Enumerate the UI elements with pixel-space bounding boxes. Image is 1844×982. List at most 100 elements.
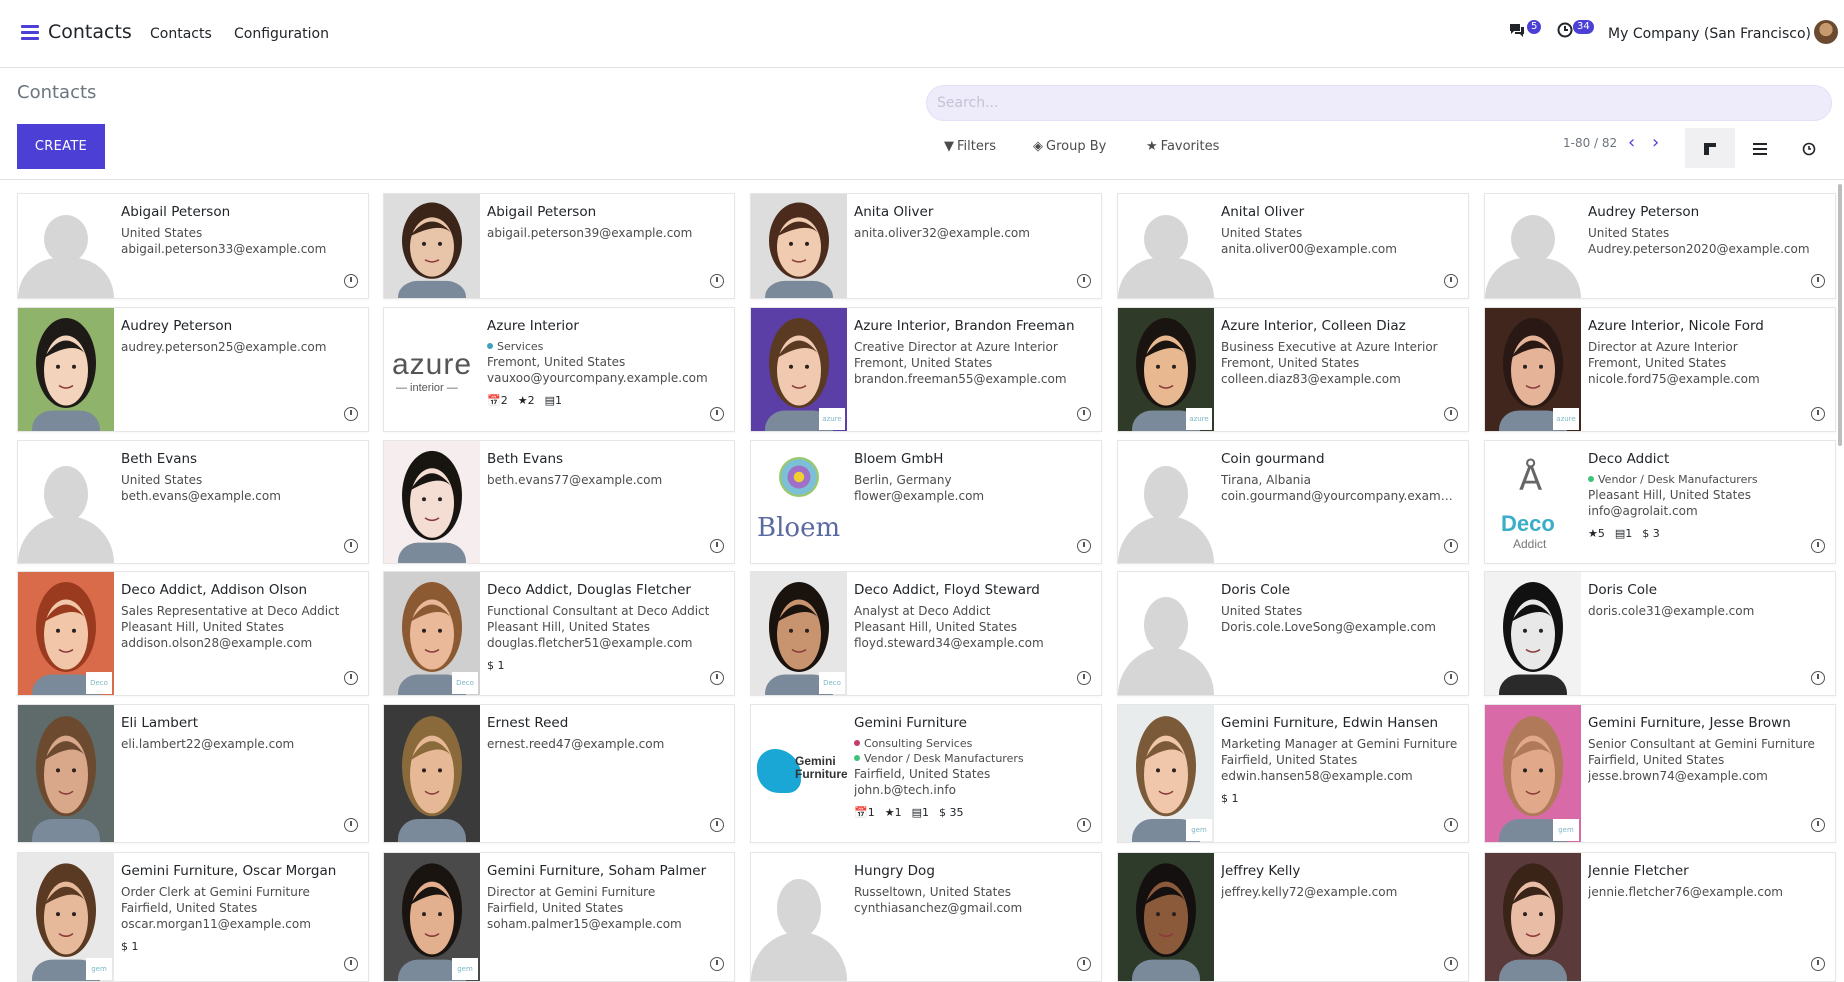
contact-photo: azure [751, 308, 847, 431]
activity-clock-icon[interactable] [1444, 671, 1458, 685]
contact-card[interactable]: Abigail Peterson abigail.peterson39@examp… [383, 193, 735, 299]
contact-card[interactable]: azure Azure Interior, Nicole Ford Director… [1484, 307, 1836, 432]
contact-card[interactable]: azure Azure Interior, Colleen Diaz Busines… [1117, 307, 1469, 432]
stat-item[interactable]: $ 1 [121, 940, 139, 953]
stat-item[interactable]: ▤1 [912, 806, 929, 819]
activity-clock-icon[interactable] [1444, 407, 1458, 421]
contact-photo [18, 194, 114, 298]
contact-card[interactable]: Bloem Bloem GmbH Berlin, Germany flower@exa… [750, 440, 1102, 564]
contact-photo: Deco [18, 572, 114, 695]
activity-clock-icon[interactable] [344, 539, 358, 553]
contact-card[interactable]: Deco Deco Addict, Douglas Fletcher Functio… [383, 571, 735, 696]
user-avatar[interactable] [1814, 20, 1838, 44]
activity-clock-icon[interactable] [710, 818, 724, 832]
contact-card[interactable]: Anita Oliver anita.oliver32@example.com [750, 193, 1102, 299]
stat-item[interactable]: ★1 [885, 806, 902, 819]
activity-clock-icon[interactable] [1077, 671, 1091, 685]
activity-clock-icon[interactable] [1077, 274, 1091, 288]
contact-card[interactable]: Gemini Furniture Gemini Furniture Consulti… [750, 704, 1102, 843]
app-name[interactable]: Contacts [48, 21, 132, 43]
contact-info-line: Sales Representative at Deco Addict [121, 604, 340, 618]
menu-configuration[interactable]: Configuration [234, 26, 329, 42]
contact-card[interactable]: Beth Evans United States beth.evans@exampl… [17, 440, 369, 564]
activity-clock-icon[interactable] [710, 539, 724, 553]
contact-card[interactable]: Jeffrey Kelly jeffrey.kelly72@example.com [1117, 852, 1469, 982]
stat-item[interactable]: 📅1 [854, 806, 875, 819]
contact-card[interactable]: gem Gemini Furniture, Edwin Hansen Marketi… [1117, 704, 1469, 843]
create-button[interactable]: CREATE [17, 124, 105, 169]
pager-next-icon[interactable]: › [1652, 132, 1659, 153]
activity-clock-icon[interactable] [344, 407, 358, 421]
activity-clock-icon[interactable] [1811, 957, 1825, 971]
contact-card[interactable]: Coin gourmand Tirana, Albania coin.gourman… [1117, 440, 1469, 564]
messages-button[interactable]: 5 [1508, 20, 1542, 42]
list-view-button[interactable] [1735, 128, 1785, 168]
stat-item[interactable]: ★5 [1588, 527, 1605, 540]
activity-clock-icon[interactable] [710, 407, 724, 421]
stat-item[interactable]: $ 1 [487, 659, 505, 672]
activity-clock-icon[interactable] [1077, 407, 1091, 421]
stat-item[interactable]: ▤1 [1615, 527, 1632, 540]
activity-clock-icon[interactable] [1811, 818, 1825, 832]
activity-clock-icon[interactable] [344, 818, 358, 832]
activity-clock-icon[interactable] [1811, 671, 1825, 685]
contact-card[interactable]: gem Gemini Furniture, Soham Palmer Directo… [383, 852, 735, 982]
contact-card[interactable]: azure — interior — Azure Interior Services F… [383, 307, 735, 432]
activity-clock-icon[interactable] [344, 671, 358, 685]
stat-item[interactable]: $ 3 [1642, 527, 1660, 540]
contact-card[interactable]: gem Gemini Furniture, Jesse Brown Senior C… [1484, 704, 1836, 843]
activity-clock-icon[interactable] [1077, 818, 1091, 832]
activity-clock-icon[interactable] [1811, 407, 1825, 421]
app-menu-icon[interactable] [21, 25, 39, 41]
activity-clock-icon[interactable] [1444, 274, 1458, 288]
contact-card[interactable]: Deco Deco Addict, Addison Olson Sales Repr… [17, 571, 369, 696]
activity-clock-icon[interactable] [344, 274, 358, 288]
contact-card[interactable]: Audrey Peterson United States Audrey.peter… [1484, 193, 1836, 299]
contact-card[interactable]: Hungry Dog Russeltown, United States cynth… [750, 852, 1102, 982]
search-input[interactable] [926, 85, 1832, 121]
activity-clock-icon[interactable] [344, 957, 358, 971]
activity-clock-icon[interactable] [1811, 539, 1825, 553]
contact-card[interactable]: Anital Oliver United States anita.oliver00… [1117, 193, 1469, 299]
stat-item[interactable]: 📅2 [487, 394, 508, 407]
contact-name: Bloem GmbH [854, 451, 944, 467]
stat-item[interactable]: ★2 [518, 394, 535, 407]
contact-card[interactable]: Doris Cole doris.cole31@example.com [1484, 571, 1836, 696]
groupby-button[interactable]: ◈ Group By [1033, 139, 1106, 154]
company-switcher[interactable]: My Company (San Francisco) [1608, 26, 1811, 42]
contact-card[interactable]: Doris Cole United States Doris.cole.LoveSo… [1117, 571, 1469, 696]
scrollbar[interactable] [1838, 184, 1842, 446]
contact-card[interactable]: Ernest Reed ernest.reed47@example.com [383, 704, 735, 843]
activity-clock-icon[interactable] [1444, 539, 1458, 553]
activity-clock-icon[interactable] [1444, 957, 1458, 971]
contact-card[interactable]: Deco Deco Addict, Floyd Steward Analyst at… [750, 571, 1102, 696]
activity-clock-icon[interactable] [710, 957, 724, 971]
contact-card[interactable]: gem Gemini Furniture, Oscar Morgan Order C… [17, 852, 369, 982]
activity-view-button[interactable] [1784, 128, 1834, 168]
stat-item[interactable]: ▤1 [545, 394, 562, 407]
stat-item[interactable]: $ 1 [1221, 792, 1239, 805]
activity-clock-icon[interactable] [710, 671, 724, 685]
activity-clock-icon[interactable] [710, 274, 724, 288]
menu-contacts[interactable]: Contacts [150, 26, 212, 42]
activity-clock-icon[interactable] [1811, 274, 1825, 288]
kanban-view-button[interactable] [1685, 128, 1735, 168]
contact-card[interactable]: Abigail Peterson United States abigail.pet… [17, 193, 369, 299]
activity-clock-icon[interactable] [1077, 539, 1091, 553]
contact-card[interactable]: Audrey Peterson audrey.peterson25@example… [17, 307, 369, 432]
contact-name: Jeffrey Kelly [1221, 863, 1301, 879]
pager-previous-icon[interactable]: ‹ [1628, 132, 1635, 153]
favorites-button[interactable]: ★ Favorites [1146, 139, 1219, 154]
contact-card[interactable]: Eli Lambert eli.lambert22@example.com [17, 704, 369, 843]
control-panel-divider [0, 179, 1844, 180]
contact-card[interactable]: Beth Evans beth.evans77@example.com [383, 440, 735, 564]
activity-clock-icon[interactable] [1444, 818, 1458, 832]
activity-clock-icon[interactable] [1077, 957, 1091, 971]
filters-button[interactable]: ▼ Filters [944, 139, 996, 154]
contact-card[interactable]: Jennie Fletcher jennie.fletcher76@example… [1484, 852, 1836, 982]
activities-button[interactable]: 34 [1557, 20, 1594, 42]
pager-value[interactable]: 1-80 / 82 [1563, 136, 1617, 150]
contact-card[interactable]: azure Azure Interior, Brandon Freeman Crea… [750, 307, 1102, 432]
stat-item[interactable]: $ 35 [939, 806, 964, 819]
contact-card[interactable]: Å Deco Addict Deco Addict Vendor / Desk Manu… [1484, 440, 1836, 564]
